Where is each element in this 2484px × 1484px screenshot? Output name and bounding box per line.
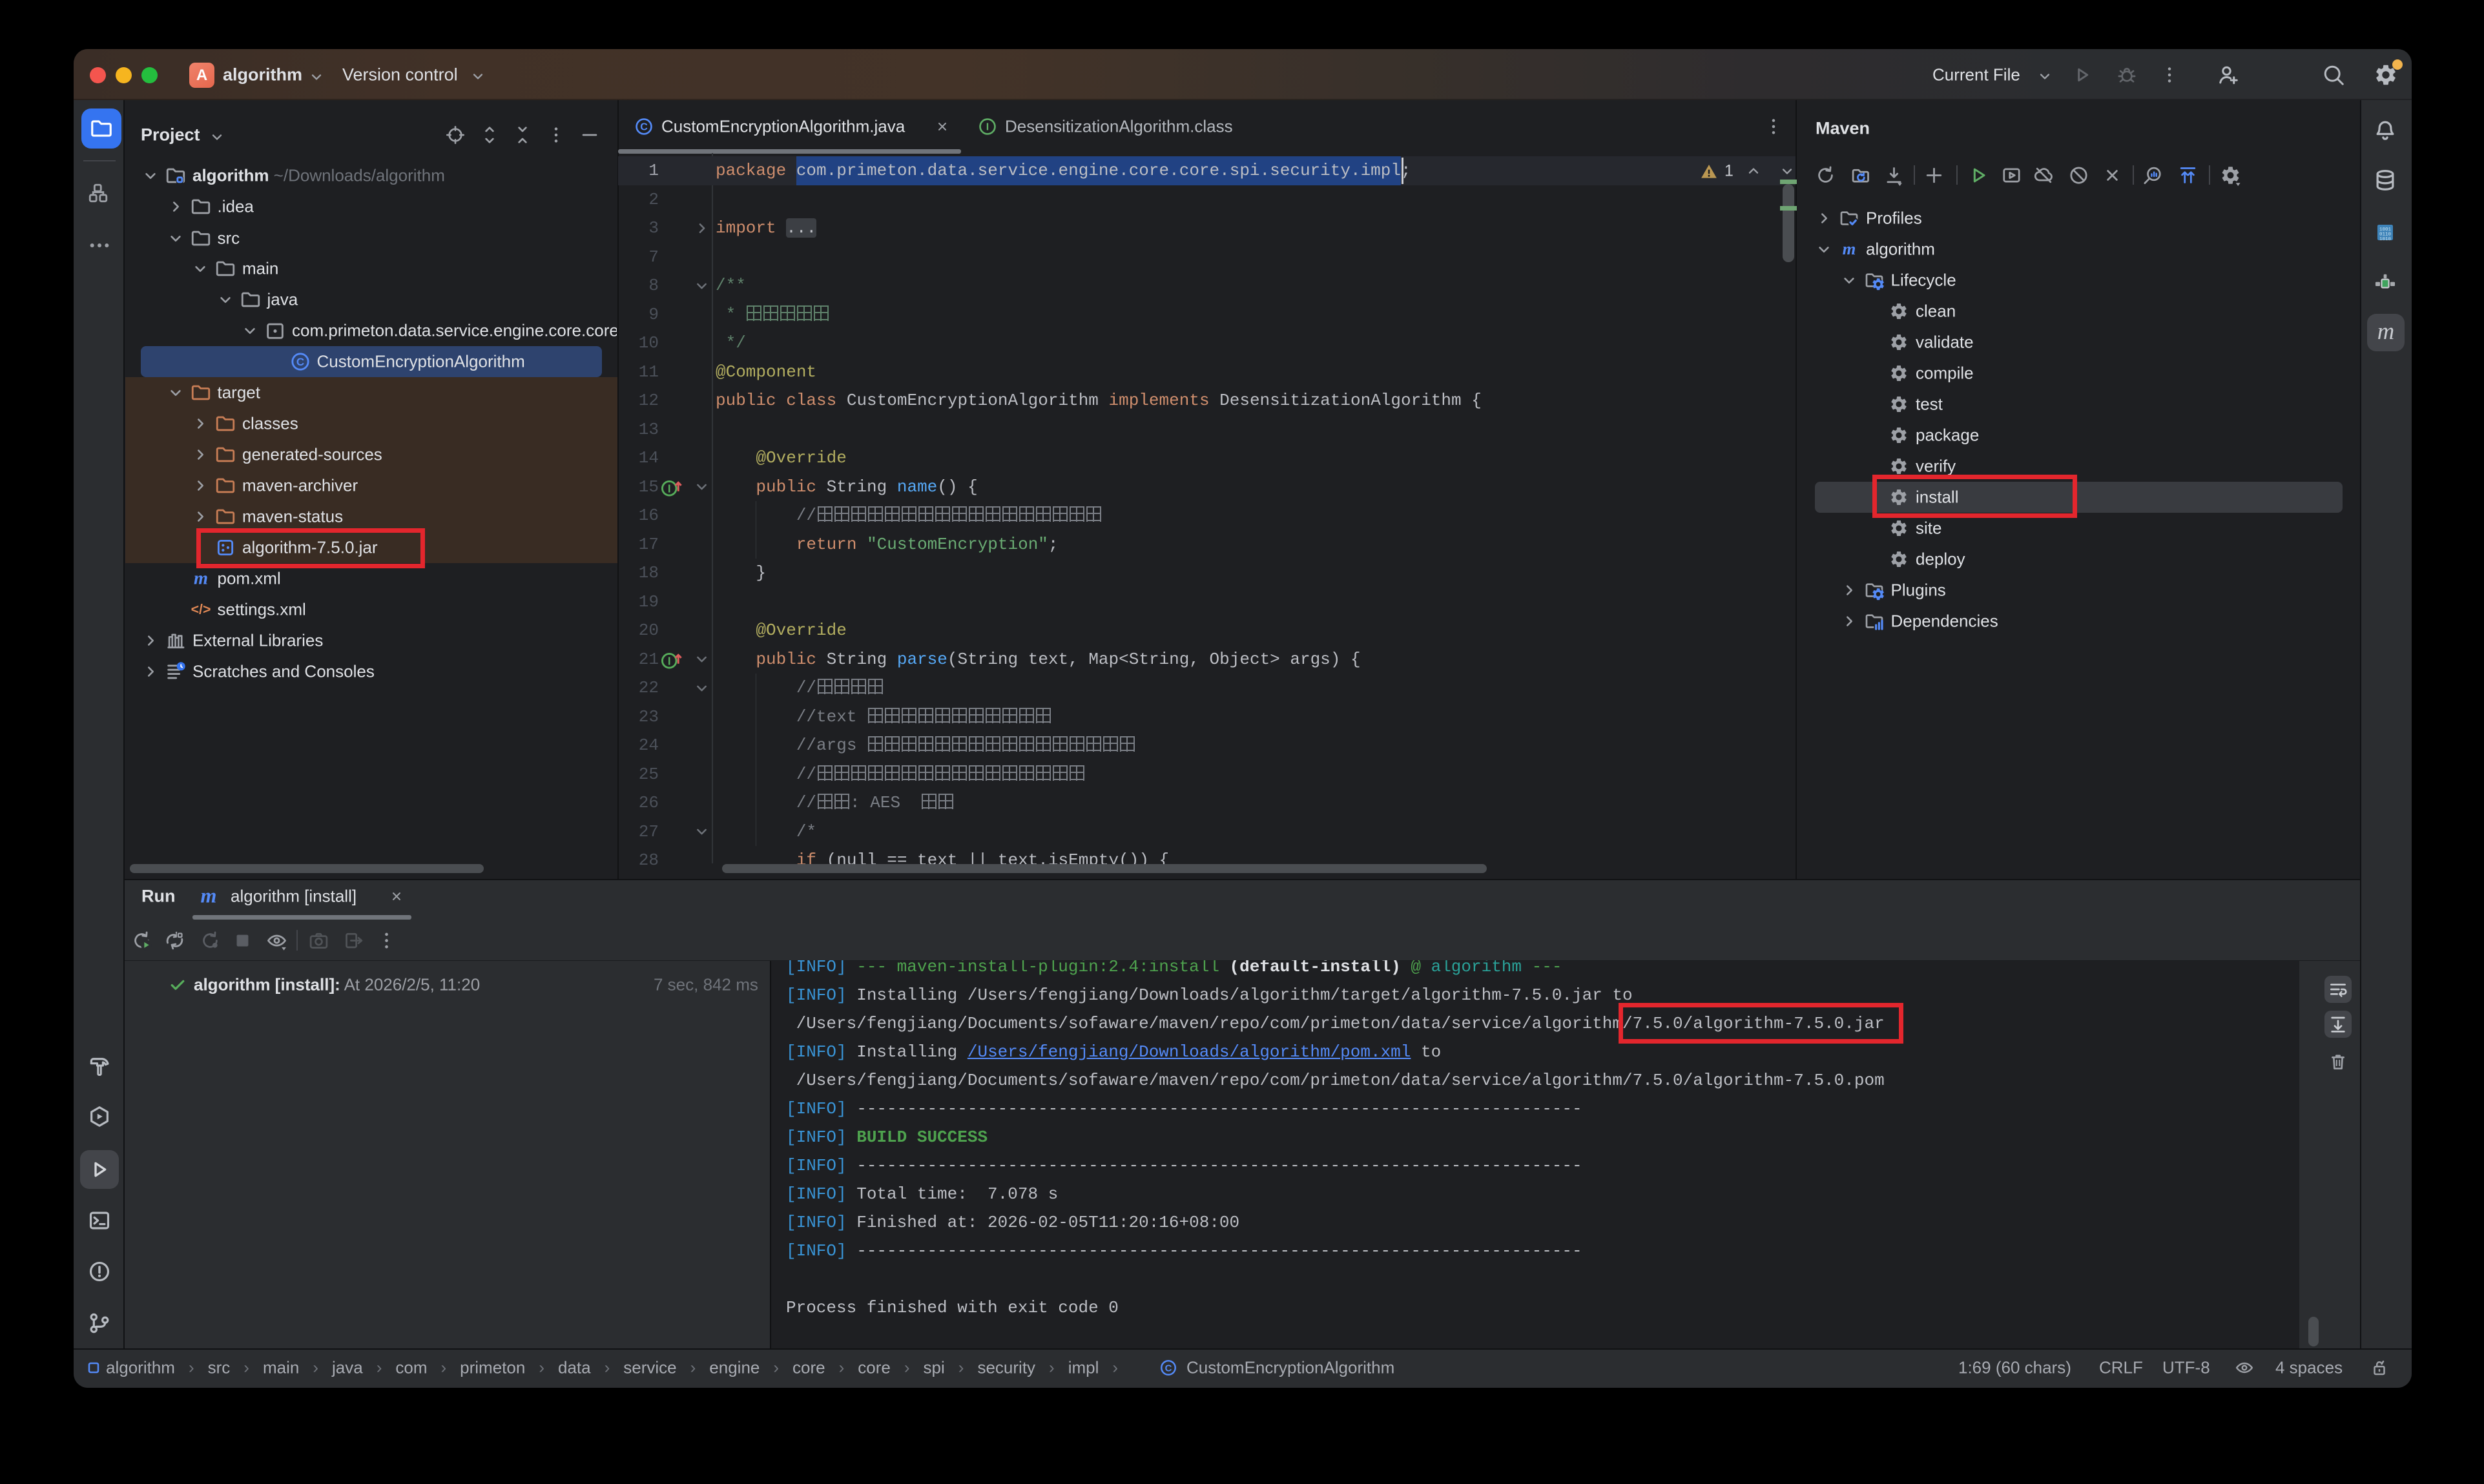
svg-text:I: I: [668, 654, 671, 667]
svg-text:C: C: [296, 356, 304, 368]
svg-text:1010: 1010: [2379, 237, 2392, 242]
svg-text:C: C: [1165, 1363, 1172, 1374]
svg-text:m: m: [2377, 320, 2394, 344]
svg-text:I: I: [986, 122, 989, 133]
svg-text:I: I: [668, 482, 671, 495]
svg-text:m: m: [193, 569, 207, 589]
svg-text:m: m: [1843, 239, 1856, 258]
svg-text:m: m: [201, 886, 217, 907]
svg-text:C: C: [640, 122, 648, 133]
svg-text:</>: </>: [191, 601, 211, 617]
